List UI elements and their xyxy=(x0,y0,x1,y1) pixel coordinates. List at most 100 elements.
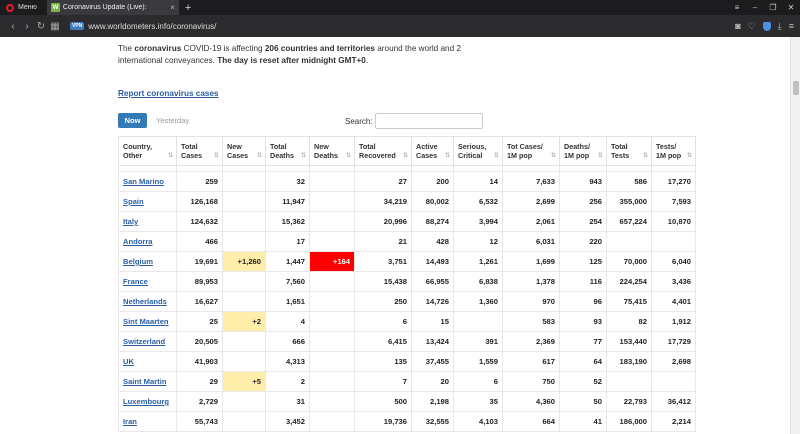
table-cell: +1,260 xyxy=(222,251,266,272)
table-cell: 17,729 xyxy=(651,331,696,352)
window-controls: ≡ – ❐ ✕ xyxy=(728,0,800,15)
table-row: France 89,953 7,560 15,438 66,955 6,838 1,378 1… xyxy=(118,271,696,292)
table-cell: 1,699 xyxy=(502,251,560,272)
now-tab-button[interactable]: Now xyxy=(118,113,147,128)
country-link[interactable]: France xyxy=(118,271,177,292)
page-scrollbar[interactable] xyxy=(790,37,800,434)
table-cell: 50 xyxy=(559,391,607,412)
table-row: Italy 124,632 15,362 20,996 88,274 3,994 2,061… xyxy=(118,211,696,232)
column-header-label: New xyxy=(227,142,242,151)
column-header[interactable]: New Deaths ⇅ xyxy=(309,136,355,166)
table-cell xyxy=(606,231,652,252)
country-link[interactable]: Saint Martin xyxy=(118,371,177,392)
minimize-icon[interactable]: – xyxy=(746,3,764,12)
column-header[interactable]: Total Tests ⇅ xyxy=(606,136,652,166)
country-link[interactable]: Switzerland xyxy=(118,331,177,352)
country-link[interactable]: Iran xyxy=(118,411,177,432)
table-cell: 2,729 xyxy=(176,391,223,412)
adblock-shield-icon[interactable] xyxy=(762,21,771,31)
column-header[interactable]: Tot Cases/1M pop ⇅ xyxy=(502,136,560,166)
sort-icon[interactable]: ⇅ xyxy=(551,152,556,161)
search-input[interactable] xyxy=(375,113,483,129)
column-header[interactable]: Country, Other ⇅ xyxy=(118,136,177,166)
report-cases-link[interactable]: Report coronavirus cases xyxy=(118,89,219,98)
sort-icon[interactable]: ⇅ xyxy=(346,152,351,161)
country-link[interactable]: Spain xyxy=(118,191,177,212)
country-link[interactable]: Netherlands xyxy=(118,291,177,312)
country-link[interactable]: Luxembourg xyxy=(118,391,177,412)
table-cell xyxy=(606,371,652,392)
browser-menu-button[interactable]: Меню xyxy=(0,0,43,15)
vpn-badge[interactable]: VPN xyxy=(70,22,85,30)
browser-tab[interactable]: W Coronavirus Update (Live): × xyxy=(46,0,179,15)
snapshot-icon[interactable]: ◙ xyxy=(735,21,740,31)
table-cell: 943 xyxy=(559,171,607,192)
table-cell: 14,493 xyxy=(411,251,454,272)
table-cell: 15,438 xyxy=(354,271,412,292)
table-cell: 7,560 xyxy=(265,271,310,292)
column-header[interactable]: Tests/1M pop ⇅ xyxy=(651,136,696,166)
maximize-icon[interactable]: ❐ xyxy=(764,3,782,12)
page-content: The coronavirus COVID-19 is affecting 20… xyxy=(0,37,800,434)
sort-icon[interactable]: ⇅ xyxy=(403,152,408,161)
sort-icon[interactable]: ⇅ xyxy=(168,152,173,161)
country-link[interactable]: Belgium xyxy=(118,251,177,272)
speed-dial-icon[interactable]: ▦ xyxy=(48,21,62,32)
country-link[interactable]: San Marino xyxy=(118,171,177,192)
column-header[interactable]: Deaths/1M pop ⇅ xyxy=(559,136,607,166)
column-header[interactable]: Serious, Critical ⇅ xyxy=(453,136,503,166)
table-cell xyxy=(651,371,696,392)
tab-close-icon[interactable]: × xyxy=(170,3,175,12)
table-cell: 21 xyxy=(354,231,412,252)
scrollbar-thumb[interactable] xyxy=(793,81,799,95)
country-link[interactable]: Italy xyxy=(118,211,177,232)
bookmark-heart-icon[interactable]: ♡ xyxy=(748,21,756,32)
sort-icon[interactable]: ⇅ xyxy=(494,152,499,161)
sort-icon[interactable]: ⇅ xyxy=(598,152,603,161)
window-close-icon[interactable]: ✕ xyxy=(782,3,800,12)
country-link[interactable]: Andorra xyxy=(118,231,177,252)
country-link[interactable]: UK xyxy=(118,351,177,372)
country-link[interactable]: Sint Maarten xyxy=(118,311,177,332)
table-cell: 64 xyxy=(559,351,607,372)
table-cell: 1,559 xyxy=(453,351,503,372)
sort-icon[interactable]: ⇅ xyxy=(643,152,648,161)
sort-icon[interactable]: ⇅ xyxy=(214,152,219,161)
table-cell: 11,947 xyxy=(265,191,310,212)
table-cell xyxy=(222,411,266,432)
easy-setup-icon[interactable]: ≡ xyxy=(789,21,794,31)
table-cell: 32,555 xyxy=(411,411,454,432)
column-header[interactable]: Total Deaths ⇅ xyxy=(265,136,310,166)
table-cell: 93 xyxy=(559,311,607,332)
column-header[interactable]: Total Recovered ⇅ xyxy=(354,136,412,166)
reload-icon[interactable]: ↻ xyxy=(34,21,48,32)
table-cell: 19,736 xyxy=(354,411,412,432)
sort-icon[interactable]: ⇅ xyxy=(687,152,692,161)
sort-icon[interactable]: ⇅ xyxy=(257,152,262,161)
table-cell: 35 xyxy=(453,391,503,412)
download-icon[interactable]: ⤓ xyxy=(778,21,782,32)
table-cell: 116 xyxy=(559,271,607,292)
url-field[interactable]: www.worldometers.info/coronavirus/ xyxy=(88,22,735,31)
table-cell xyxy=(309,171,355,192)
intro-text: The coronavirus COVID-19 is affecting 20… xyxy=(118,43,498,67)
table-cell: 3,994 xyxy=(453,211,503,232)
column-header[interactable]: Total Cases ⇅ xyxy=(176,136,223,166)
yesterday-tab-button[interactable]: Yesterday xyxy=(156,116,189,125)
table-cell: 70,000 xyxy=(606,251,652,272)
column-header[interactable]: Active Cases ⇅ xyxy=(411,136,454,166)
new-tab-icon[interactable]: + xyxy=(185,2,191,14)
column-header-label: Deaths/ xyxy=(564,142,590,151)
back-icon[interactable]: ‹ xyxy=(6,21,20,32)
tab-menu-icon[interactable]: ≡ xyxy=(728,3,746,12)
column-header-label: 1M pop xyxy=(507,151,533,160)
table-cell: 259 xyxy=(176,171,223,192)
table-cell: 20,996 xyxy=(354,211,412,232)
forward-icon[interactable]: › xyxy=(20,21,34,32)
sort-icon[interactable]: ⇅ xyxy=(445,152,450,161)
table-cell: 7 xyxy=(354,371,412,392)
table-cell: 186,000 xyxy=(606,411,652,432)
column-header[interactable]: New Cases ⇅ xyxy=(222,136,266,166)
browser-tab-bar: Меню W Coronavirus Update (Live): × + ≡ … xyxy=(0,0,800,15)
sort-icon[interactable]: ⇅ xyxy=(301,152,306,161)
